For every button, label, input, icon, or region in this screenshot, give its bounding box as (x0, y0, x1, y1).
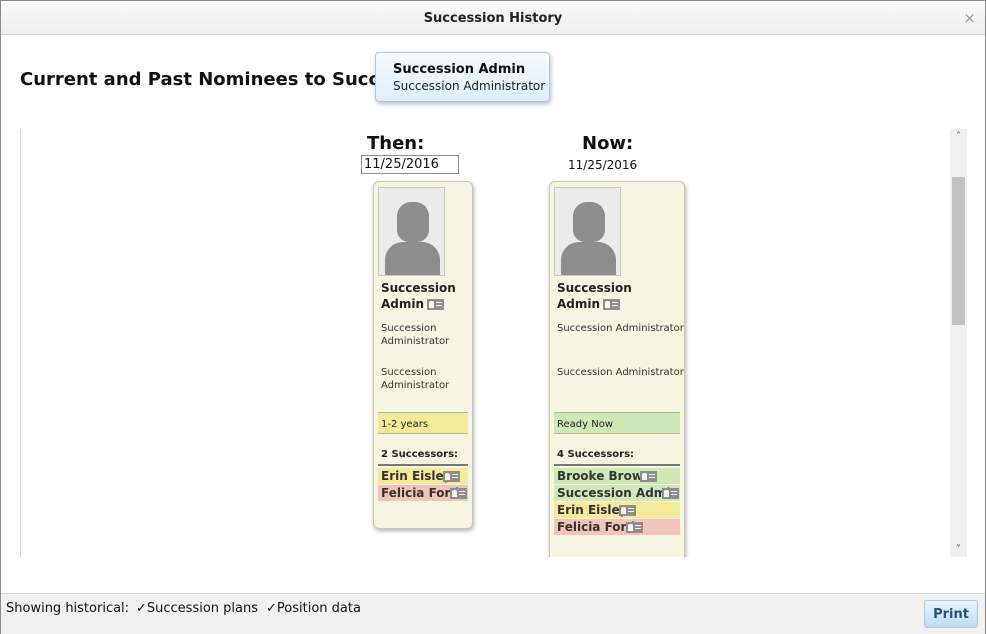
successor-count: 4 Successors: (557, 449, 635, 460)
scroll-thumb[interactable] (952, 177, 965, 325)
succession-plans-check: ✓Succession plans (136, 601, 259, 616)
title-bar: Succession History × (1, 1, 985, 35)
card-name: Succession Admin (381, 281, 456, 311)
vcard-icon[interactable] (626, 522, 643, 533)
close-icon[interactable]: × (963, 9, 976, 27)
avatar (378, 187, 445, 276)
successor-count: 2 Successors: (381, 449, 459, 460)
vcard-icon[interactable] (619, 505, 636, 516)
readiness-badge: 1-2 years (378, 412, 468, 434)
divider (554, 464, 680, 466)
vcard-icon[interactable] (450, 488, 467, 499)
then-label: Then: (367, 133, 425, 154)
history-content: Then: Succession Admin SuccessionAdminis… (20, 129, 967, 557)
vcard-icon[interactable] (662, 488, 679, 499)
position-data-check: ✓Position data (266, 601, 361, 616)
vcard-icon[interactable] (603, 299, 621, 310)
dialog-title: Succession History (423, 11, 563, 26)
card-title-2: Succession Administrator (557, 367, 684, 378)
successor-row[interactable]: Succession Admin (554, 485, 680, 501)
position-title: Succession Administrator (393, 79, 546, 93)
print-button[interactable]: Print (924, 600, 978, 628)
successor-row[interactable]: Felicia Ford (378, 485, 468, 501)
successor-row[interactable]: Erin Eisley (378, 468, 468, 484)
scroll-up-icon[interactable]: ˄ (950, 131, 967, 142)
card-title-1: Succession Administrator (381, 323, 450, 347)
showing-historical-label: Showing historical: (6, 601, 130, 616)
position-badge[interactable]: Succession Admin Succession Administrato… (375, 52, 550, 102)
card-title-1: Succession Administrator (557, 323, 684, 334)
footer: Showing historical: ✓Succession plans ✓P… (1, 593, 985, 634)
successor-row[interactable]: Brooke Brown (554, 468, 680, 484)
page-heading: Current and Past Nominees to Succeed (20, 69, 417, 90)
card-name: Succession Admin (557, 281, 632, 311)
now-label: Now: (582, 133, 634, 154)
then-card[interactable]: Succession Admin Succession Administrator… (373, 181, 473, 529)
succession-history-dialog: Succession History × Current and Past No… (0, 0, 986, 634)
now-card[interactable]: Succession Admin Succession Administrato… (549, 181, 685, 557)
readiness-badge: Ready Now (554, 412, 680, 434)
vcard-icon[interactable] (640, 471, 657, 482)
divider (378, 464, 468, 466)
vertical-scrollbar[interactable]: ˄ ˅ (950, 129, 967, 557)
vcard-icon[interactable] (443, 471, 460, 482)
then-date-input[interactable] (361, 155, 459, 174)
avatar (554, 187, 621, 276)
scroll-down-icon[interactable]: ˅ (950, 544, 967, 555)
position-name: Succession Admin (393, 62, 526, 77)
vcard-icon[interactable] (427, 299, 445, 310)
successor-row[interactable]: Felicia Ford (554, 519, 680, 535)
now-date: 11/25/2016 (568, 158, 638, 172)
successor-row[interactable]: Erin Eisley (554, 502, 680, 518)
card-title-2: Succession Administrator (381, 367, 450, 391)
